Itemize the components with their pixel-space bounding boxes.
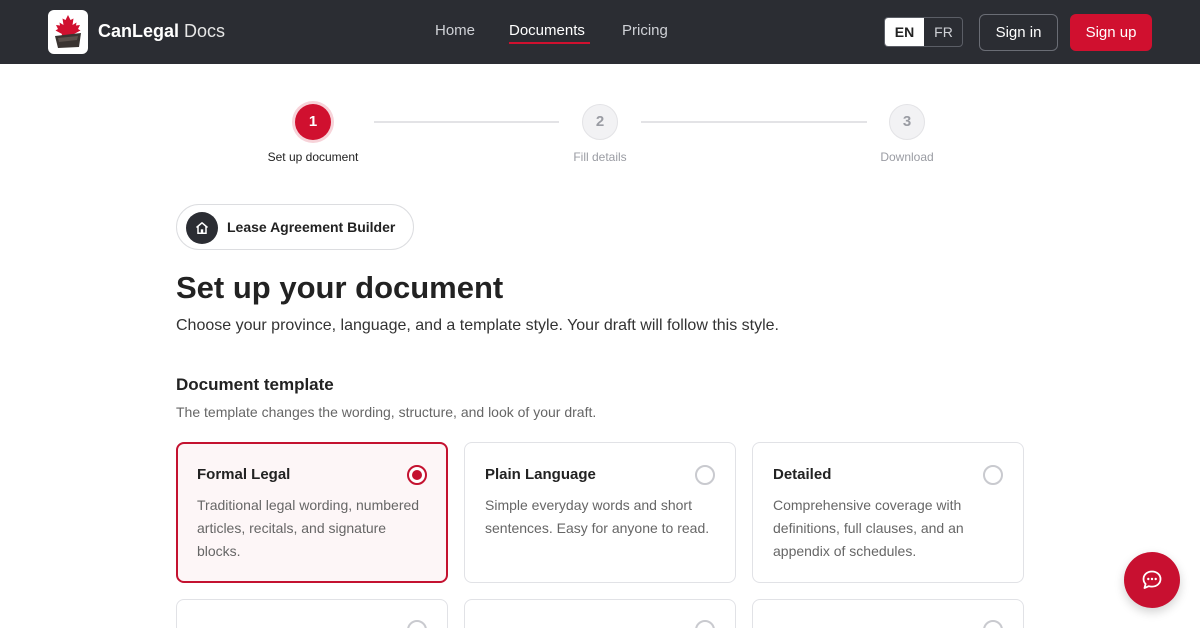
brand-name[interactable]: CanLegal Docs xyxy=(98,21,225,42)
sign-up-button[interactable]: Sign up xyxy=(1070,14,1152,51)
section-title: Document template xyxy=(176,375,334,394)
nav-home[interactable]: Home xyxy=(435,22,475,39)
brand-name-primary: CanLegal xyxy=(98,21,180,41)
step-3-label: Download xyxy=(880,150,934,164)
template-option-description: Traditional legal wording, numbered arti… xyxy=(197,497,420,559)
template-option-description: Simple everyday words and short sentence… xyxy=(485,497,710,536)
lang-fr-button[interactable]: FR xyxy=(924,18,962,46)
page-subtitle: Choose your province, language, and a te… xyxy=(176,317,779,334)
brand-name-secondary: Docs xyxy=(179,21,226,41)
document-type-badge: Lease Agreement Builder xyxy=(176,204,414,250)
top-navigation-bar: CanLegal Docs Home Documents Pricing EN … xyxy=(0,0,1200,64)
template-radio[interactable] xyxy=(983,620,1003,628)
maple-leaf-logo-icon xyxy=(55,15,81,48)
template-radio[interactable] xyxy=(983,465,1003,485)
template-option-formal-legal[interactable]: Formal Legal Traditional legal wording, … xyxy=(176,442,448,583)
template-option-detailed[interactable]: Detailed Comprehensive coverage with def… xyxy=(752,442,1024,583)
radio-dot xyxy=(412,470,422,480)
document-type-label: Lease Agreement Builder xyxy=(227,219,396,235)
step-2-indicator[interactable]: 2 xyxy=(582,104,618,140)
template-option-title: Formal Legal xyxy=(197,466,291,483)
step-2-label: Fill details xyxy=(573,150,627,164)
template-option[interactable] xyxy=(176,599,448,628)
language-toggle: EN FR xyxy=(884,17,963,47)
template-option-description: Comprehensive coverage with definitions,… xyxy=(773,497,964,559)
lang-en-button[interactable]: EN xyxy=(885,18,924,46)
chat-bubble-icon xyxy=(1142,570,1162,589)
nav-documents[interactable]: Documents xyxy=(509,22,585,39)
section-subtitle: The template changes the wording, struct… xyxy=(176,404,597,420)
template-option-title: Plain Language xyxy=(485,466,596,483)
template-option-title: Detailed xyxy=(773,466,832,483)
step-connector xyxy=(641,121,867,123)
nav-active-indicator xyxy=(509,42,590,44)
template-radio[interactable] xyxy=(407,620,427,628)
logo[interactable] xyxy=(48,10,88,54)
template-option[interactable] xyxy=(464,599,736,628)
step-1-label: Set up document xyxy=(267,150,359,164)
template-radio[interactable] xyxy=(695,620,715,628)
template-radio[interactable] xyxy=(695,465,715,485)
template-option[interactable] xyxy=(752,599,1024,628)
step-connector xyxy=(374,121,559,123)
template-radio-selected[interactable] xyxy=(407,465,427,485)
sign-in-button[interactable]: Sign in xyxy=(979,14,1058,51)
chat-button[interactable] xyxy=(1124,552,1180,608)
step-3-indicator[interactable]: 3 xyxy=(889,104,925,140)
step-1-indicator[interactable]: 1 xyxy=(295,104,331,140)
template-option-plain-language[interactable]: Plain Language Simple everyday words and… xyxy=(464,442,736,583)
nav-pricing[interactable]: Pricing xyxy=(622,22,668,39)
home-icon xyxy=(186,212,218,244)
page-title: Set up your document xyxy=(176,270,504,305)
